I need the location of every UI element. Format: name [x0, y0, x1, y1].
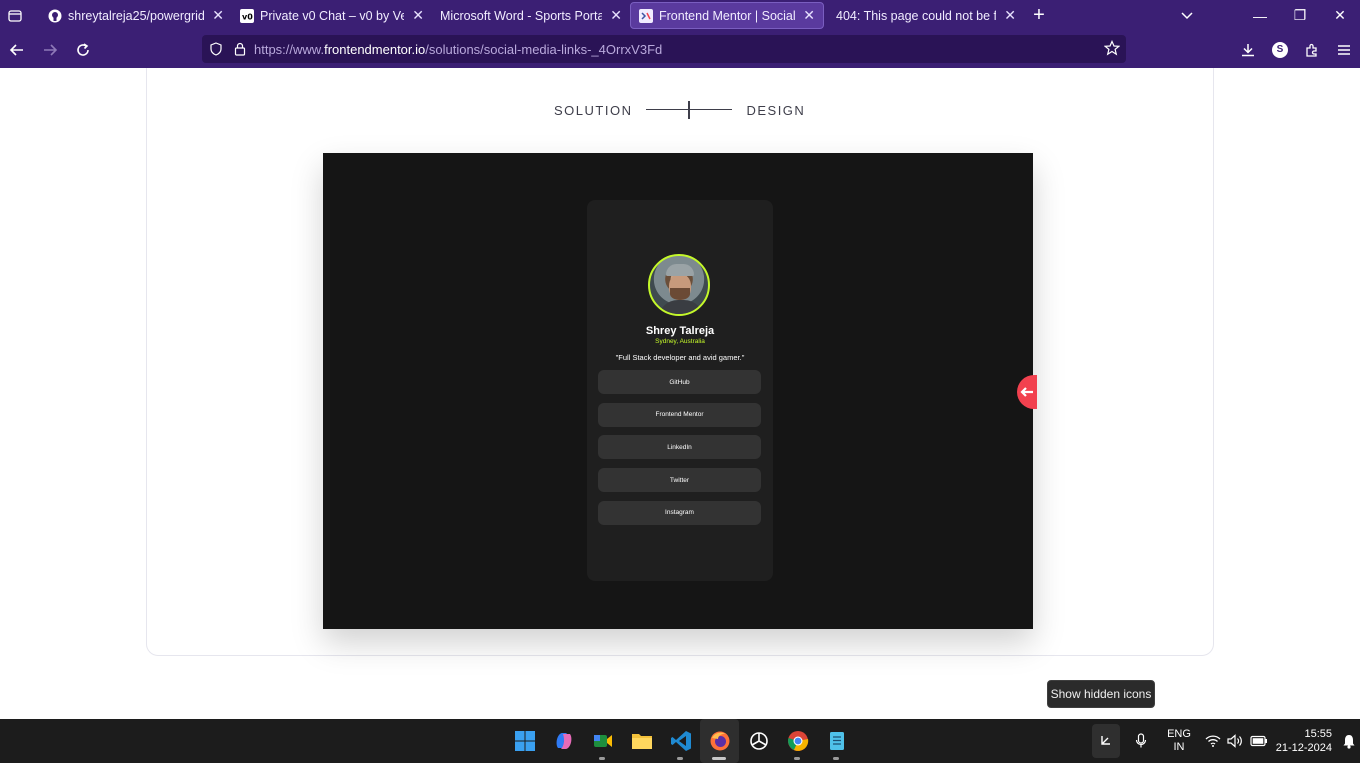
svg-text:v0: v0: [242, 12, 253, 21]
show-hidden-icons-button[interactable]: [1092, 724, 1120, 758]
tab-title: Microsoft Word - Sports Portal Outl: [440, 8, 603, 23]
url-text: https://www.frontendmentor.io/solutions/…: [254, 41, 663, 57]
firefox-icon[interactable]: [700, 719, 739, 763]
github-icon: [48, 9, 62, 23]
notepad-icon[interactable]: [817, 719, 856, 763]
lock-icon[interactable]: [230, 42, 250, 56]
tab-github[interactable]: shreytalreja25/powergrid-sport ✕: [40, 0, 232, 31]
tab-frontend-mentor[interactable]: Frontend Mentor | Social Media ✕: [630, 2, 824, 29]
close-tab-icon[interactable]: ✕: [1004, 7, 1016, 24]
address-bar[interactable]: https://www.frontendmentor.io/solutions/…: [202, 35, 1126, 63]
profile-bio: "Full Stack developer and avid gamer.": [615, 353, 745, 362]
account-avatar[interactable]: S: [1264, 41, 1296, 58]
tooltip: Show hidden icons: [1047, 680, 1155, 708]
close-tab-icon[interactable]: ✕: [610, 7, 622, 24]
bookmark-star-icon[interactable]: [1103, 40, 1121, 61]
tab-404[interactable]: 404: This page could not be found ✕: [824, 0, 1024, 31]
profile-name: Shrey Talreja: [645, 325, 715, 337]
time: 15:55: [1304, 728, 1332, 740]
downloads-icon[interactable]: [1232, 42, 1264, 58]
avatar: [648, 254, 710, 316]
language-code: ENG: [1167, 728, 1191, 740]
menu-icon[interactable]: [1328, 43, 1360, 57]
copilot-icon[interactable]: [544, 719, 583, 763]
vscode-icon[interactable]: [661, 719, 700, 763]
file-explorer-icon[interactable]: [622, 719, 661, 763]
close-tab-icon[interactable]: ✕: [412, 7, 424, 24]
date: 21-12-2024: [1275, 742, 1332, 754]
social-links: GitHub Frontend Mentor LinkedIn Twitter …: [598, 370, 761, 533]
tab-v0-chat[interactable]: v0 Private v0 Chat – v0 by Vercel ✕: [232, 0, 432, 31]
reload-icon[interactable]: [66, 31, 99, 68]
arrow-left-icon: [1020, 387, 1033, 397]
web-page: SOLUTION DESIGN Shrey Talreja Sydney, Au…: [0, 68, 1360, 719]
language-indicator[interactable]: ENG IN: [1156, 728, 1202, 754]
tab-title: Frontend Mentor | Social Media: [659, 8, 796, 23]
github-link-button[interactable]: GitHub: [598, 370, 761, 394]
tracking-protection-icon[interactable]: [202, 42, 230, 56]
solution-label[interactable]: SOLUTION: [554, 103, 632, 118]
system-tray: ENG IN 15:55 21-12-2024: [1092, 719, 1360, 763]
taskbar-apps: [505, 719, 856, 763]
frontend-mentor-link-button[interactable]: Frontend Mentor: [598, 402, 761, 427]
frontend-mentor-icon: [639, 8, 653, 23]
design-label[interactable]: DESIGN: [746, 103, 805, 118]
comparison-slider-handle[interactable]: [646, 101, 733, 119]
volume-icon[interactable]: [1224, 734, 1246, 748]
tab-list-icon[interactable]: [0, 0, 30, 31]
instagram-link-button[interactable]: Instagram: [598, 500, 761, 525]
windows-taskbar: ENG IN 15:55 21-12-2024: [0, 719, 1360, 763]
chevron-up-icon: [1101, 736, 1110, 745]
chevron-down-icon[interactable]: [1180, 8, 1194, 27]
twitter-link-button[interactable]: Twitter: [598, 468, 761, 493]
battery-icon[interactable]: [1246, 735, 1272, 747]
wifi-icon[interactable]: [1202, 734, 1224, 748]
tab-word-doc[interactable]: Microsoft Word - Sports Portal Outl ✕: [432, 0, 630, 31]
chatgpt-icon[interactable]: [739, 719, 778, 763]
browser-tab-bar: shreytalreja25/powergrid-sport ✕ v0 Priv…: [0, 0, 1360, 31]
solution-design-toggle[interactable]: SOLUTION DESIGN: [554, 101, 805, 119]
navigation-bar: https://www.frontendmentor.io/solutions/…: [0, 31, 1360, 68]
windows-start-icon[interactable]: [505, 719, 544, 763]
extensions-icon[interactable]: [1296, 42, 1328, 58]
forward-icon[interactable]: [33, 31, 66, 68]
solution-screenshot-preview: Shrey Talreja Sydney, Australia "Full St…: [323, 153, 1033, 629]
tab-title: Private v0 Chat – v0 by Vercel: [260, 8, 405, 23]
profile-card: Shrey Talreja Sydney, Australia "Full St…: [587, 200, 773, 581]
close-window-icon[interactable]: ✕: [1320, 7, 1360, 24]
microphone-icon[interactable]: [1126, 733, 1156, 749]
close-tab-icon[interactable]: ✕: [803, 7, 815, 24]
back-icon[interactable]: [0, 31, 33, 68]
v0-icon: v0: [240, 8, 254, 23]
close-tab-icon[interactable]: ✕: [212, 7, 224, 24]
toolbar-right: S: [1232, 31, 1360, 68]
minimize-icon[interactable]: —: [1240, 8, 1280, 24]
region-code: IN: [1173, 741, 1185, 753]
clock[interactable]: 15:55 21-12-2024: [1272, 727, 1332, 755]
google-meet-icon[interactable]: [583, 719, 622, 763]
profile-location: Sydney, Australia: [655, 338, 705, 345]
tab-title: shreytalreja25/powergrid-sport: [68, 8, 205, 23]
window-controls: — ❐ ✕: [1240, 0, 1360, 31]
chrome-icon[interactable]: [778, 719, 817, 763]
notification-bell-icon[interactable]: [1338, 734, 1360, 749]
tab-title: 404: This page could not be found: [836, 8, 997, 23]
restore-icon[interactable]: ❐: [1280, 7, 1320, 24]
new-tab-button[interactable]: +: [1024, 0, 1054, 31]
linkedin-link-button[interactable]: LinkedIn: [598, 435, 761, 460]
